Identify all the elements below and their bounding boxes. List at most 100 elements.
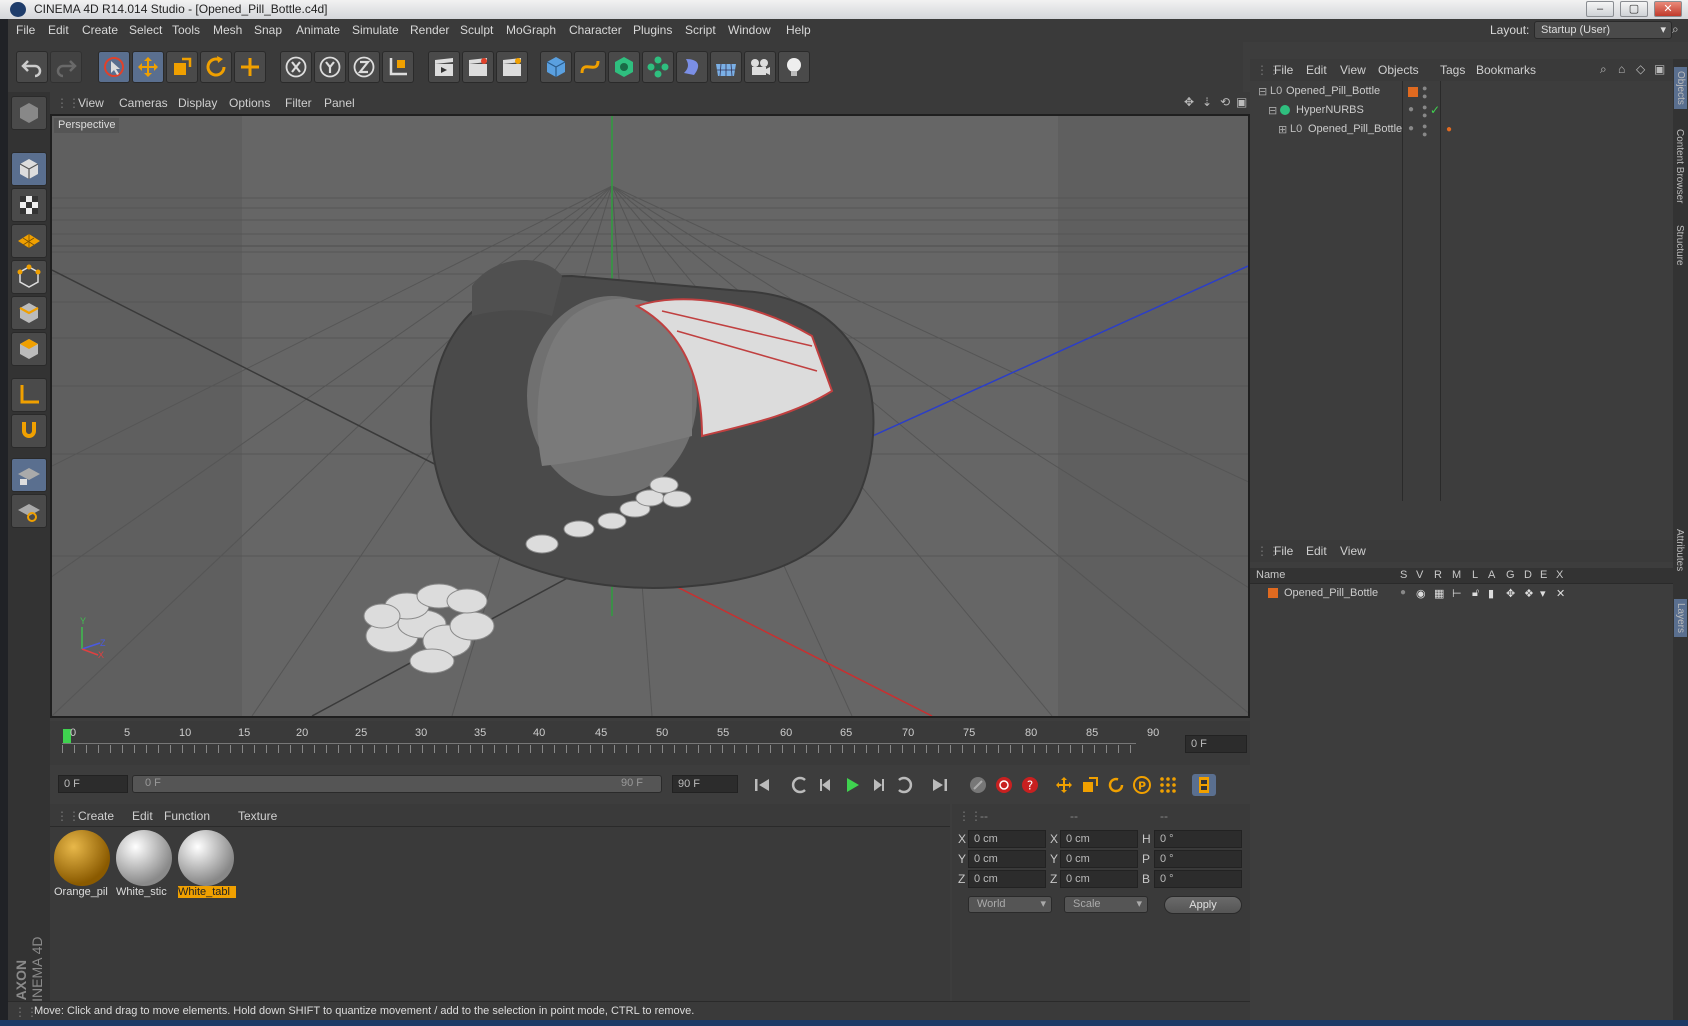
enabled-check-icon[interactable]: ✓ xyxy=(1430,103,1440,117)
deformer-icon[interactable]: ❖ xyxy=(1524,587,1534,600)
menu-script[interactable]: Script xyxy=(685,23,716,37)
next-frame-button[interactable] xyxy=(866,774,890,796)
menu-select[interactable]: Select xyxy=(129,23,162,37)
material-white-tablet[interactable]: White_tabl xyxy=(178,830,236,906)
menu-window[interactable]: Window xyxy=(728,23,771,37)
material-orange-pill[interactable]: Orange_pil xyxy=(54,830,112,906)
move-tool-button[interactable] xyxy=(132,51,164,83)
apply-button[interactable]: Apply xyxy=(1164,896,1242,914)
layer-color-swatch[interactable] xyxy=(1408,87,1418,97)
workplane-mode-button[interactable] xyxy=(11,224,47,258)
size-z-field[interactable]: 0 cm xyxy=(1060,870,1138,888)
layer-menu-view[interactable]: View xyxy=(1340,544,1366,558)
z-axis-lock-button[interactable] xyxy=(348,51,380,83)
collapse-icon[interactable]: ◇ xyxy=(1636,62,1645,76)
mat-menu-edit[interactable]: Edit xyxy=(132,809,153,823)
make-editable-button[interactable] xyxy=(11,96,47,130)
coord-mode-dropdown[interactable]: World ▾ xyxy=(968,896,1052,913)
record-active-objects-button[interactable] xyxy=(966,774,990,796)
maximize-view-icon[interactable]: ▣ xyxy=(1236,95,1247,109)
add-light-button[interactable] xyxy=(778,51,810,83)
menu-render[interactable]: Render xyxy=(410,23,449,37)
render-clapper-icon[interactable]: ▦ xyxy=(1434,587,1444,600)
previous-frame-button[interactable] xyxy=(814,774,838,796)
layer-menu-edit[interactable]: Edit xyxy=(1306,544,1327,558)
minimize-button[interactable]: – xyxy=(1586,1,1614,17)
pos-y-field[interactable]: 0 cm xyxy=(968,850,1046,868)
mat-menu-create[interactable]: Create xyxy=(78,809,114,823)
menu-file[interactable]: File xyxy=(16,23,35,37)
col-name[interactable]: Name xyxy=(1256,569,1285,581)
object-row-root[interactable]: ⊟ L0 Opened_Pill_Bottle ● ● xyxy=(1250,83,1673,102)
go-to-end-button[interactable] xyxy=(928,774,952,796)
rot-p-field[interactable]: 0 ° xyxy=(1154,850,1242,868)
point-mode-button[interactable] xyxy=(11,260,47,294)
live-selection-button[interactable] xyxy=(98,51,130,83)
visibility-dots-icon[interactable]: ● ● xyxy=(1422,122,1427,139)
position-key-button[interactable] xyxy=(1052,774,1076,796)
vp-menu-cameras[interactable]: Cameras xyxy=(119,96,168,110)
pos-z-field[interactable]: 0 cm xyxy=(968,870,1046,888)
undo-button[interactable] xyxy=(16,51,48,83)
material-white-sticker[interactable]: White_stic xyxy=(116,830,174,906)
go-to-start-button[interactable] xyxy=(750,774,774,796)
menu-sculpt[interactable]: Sculpt xyxy=(460,23,493,37)
add-camera-button[interactable] xyxy=(744,51,776,83)
render-to-picture-viewer-button[interactable] xyxy=(462,51,494,83)
next-key-button[interactable] xyxy=(892,774,916,796)
new-window-icon[interactable]: ▣ xyxy=(1654,62,1665,76)
menu-tools[interactable]: Tools xyxy=(172,23,200,37)
material-tag-icon[interactable]: ● xyxy=(1446,124,1452,135)
play-button[interactable] xyxy=(840,774,864,796)
maximize-button[interactable]: ▢ xyxy=(1620,1,1648,17)
perspective-viewport[interactable]: Perspective Y Z X xyxy=(50,114,1250,718)
col-solo[interactable]: S xyxy=(1400,569,1407,581)
layer-dot-icon[interactable]: ● xyxy=(1408,123,1414,134)
edge-mode-button[interactable] xyxy=(11,296,47,330)
mat-menu-texture[interactable]: Texture xyxy=(238,809,277,823)
tab-structure[interactable]: Structure xyxy=(1674,225,1685,266)
render-view-button[interactable] xyxy=(428,51,460,83)
vp-menu-filter[interactable]: Filter xyxy=(285,96,312,110)
dolly-view-icon[interactable]: ⇣ xyxy=(1202,95,1212,109)
keyframe-selection-button[interactable]: ? xyxy=(1018,774,1042,796)
mat-menu-function[interactable]: Function xyxy=(164,809,210,823)
col-xref[interactable]: X xyxy=(1556,569,1563,581)
add-nurbs-button[interactable] xyxy=(608,51,640,83)
menu-simulate[interactable]: Simulate xyxy=(352,23,399,37)
size-x-field[interactable]: 0 cm xyxy=(1060,830,1138,848)
add-array-button[interactable] xyxy=(642,51,674,83)
polygon-mode-button[interactable] xyxy=(11,332,47,366)
autokeying-button[interactable] xyxy=(992,774,1016,796)
vp-menu-options[interactable]: Options xyxy=(229,96,270,110)
lock-icon[interactable]: 🔓︎ xyxy=(1472,587,1479,600)
visibility-dots-icon[interactable]: ● ● xyxy=(1422,103,1427,120)
pan-view-icon[interactable]: ✥ xyxy=(1184,95,1194,109)
recent-tool-button[interactable] xyxy=(234,51,266,83)
tab-layers[interactable]: Layers xyxy=(1674,599,1687,638)
model-mode-button[interactable] xyxy=(11,152,47,186)
obj-menu-view[interactable]: View xyxy=(1340,63,1366,77)
layer-row[interactable]: Opened_Pill_Bottle ● ◉ ▦ ⊢ 🔓︎ ▮ ✥ ❖ ▾ ✕ xyxy=(1250,585,1673,604)
planar-workplane-button[interactable] xyxy=(11,494,47,528)
menu-mesh[interactable]: Mesh xyxy=(213,23,242,37)
col-view[interactable]: V xyxy=(1416,569,1423,581)
previous-key-button[interactable] xyxy=(788,774,812,796)
start-frame-field[interactable]: 0 F xyxy=(58,775,128,793)
xref-icon[interactable]: ✕ xyxy=(1556,587,1565,600)
col-animation[interactable]: A xyxy=(1488,569,1495,581)
menu-plugins[interactable]: Plugins xyxy=(633,23,672,37)
menu-character[interactable]: Character xyxy=(569,23,622,37)
menu-create[interactable]: Create xyxy=(82,23,118,37)
generator-icon[interactable]: ✥ xyxy=(1506,587,1515,600)
close-button[interactable]: ✕ xyxy=(1654,1,1682,17)
parameter-key-button[interactable]: P xyxy=(1130,774,1154,796)
workplane-lock-button[interactable] xyxy=(11,458,47,492)
menu-edit[interactable]: Edit xyxy=(48,23,69,37)
add-floor-button[interactable] xyxy=(710,51,742,83)
visibility-dots-icon[interactable]: ● ● xyxy=(1422,84,1427,101)
add-cube-button[interactable] xyxy=(540,51,572,83)
point-level-key-button[interactable] xyxy=(1156,774,1180,796)
expand-icon[interactable]: ⊟ xyxy=(1268,104,1277,117)
layer-name[interactable]: Opened_Pill_Bottle xyxy=(1284,587,1378,599)
